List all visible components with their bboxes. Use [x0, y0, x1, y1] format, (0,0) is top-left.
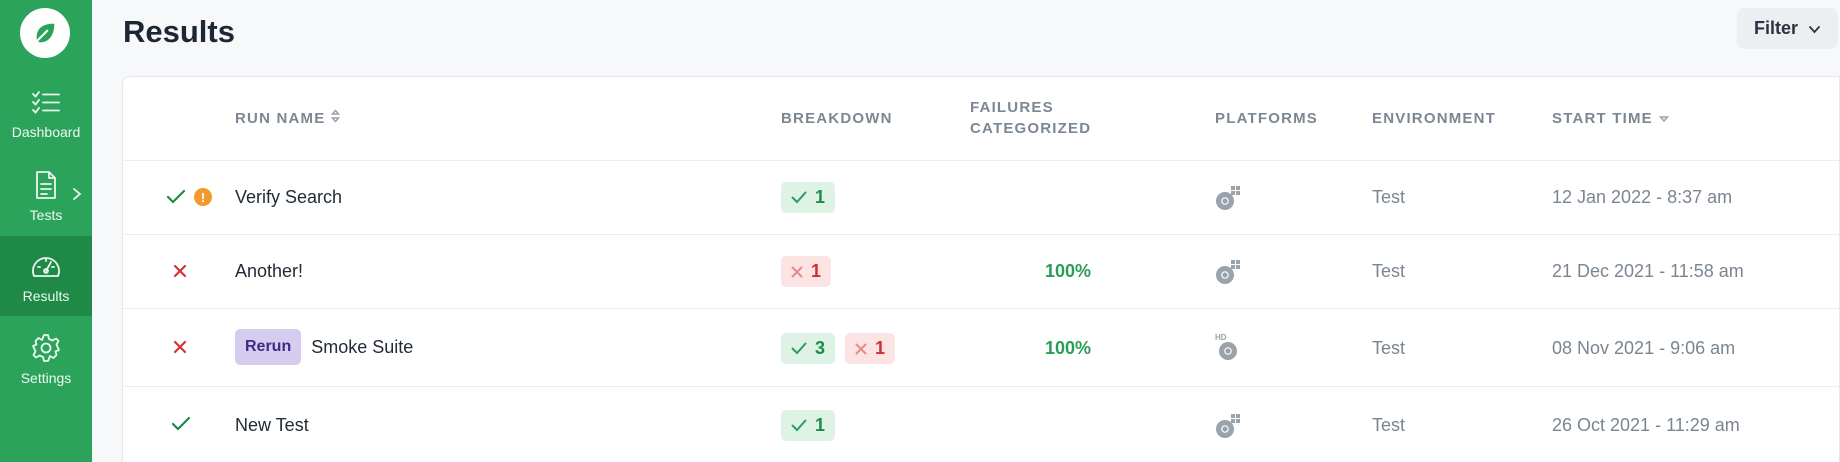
column-header-label: FAILURES — [970, 99, 1054, 116]
breakdown: 1 — [781, 256, 841, 287]
start-time: 12 Jan 2022 - 8:37 am — [1552, 187, 1733, 207]
run-name[interactable]: New Test — [235, 415, 309, 436]
document-icon — [30, 169, 62, 201]
platform-chrome-windows — [1215, 413, 1243, 441]
sidebar-item-dashboard[interactable]: Dashboard — [0, 72, 92, 152]
leaf-icon — [35, 23, 55, 43]
chrome-windows-icon — [1216, 186, 1240, 210]
breakdown: 1 — [781, 182, 845, 213]
column-header-platforms: PLATFORMS — [1215, 110, 1319, 127]
pass-count: 1 — [815, 415, 826, 435]
fail-chip: 1 — [845, 333, 896, 364]
column-header-failures-categorized: FAILURES CATEGORIZED — [970, 97, 1091, 139]
results-table: RUN NAME BREAKDOWN FAILURES CATEGORIZED … — [122, 76, 1840, 462]
check-icon — [166, 189, 186, 204]
fail-count: 1 — [875, 338, 886, 358]
pass-count: 1 — [815, 187, 826, 207]
column-header-environment: ENVIRONMENT — [1372, 110, 1497, 127]
sidebar-item-label: Settings — [20, 370, 72, 386]
column-header-breakdown: BREAKDOWN — [781, 110, 893, 127]
fail-chip: 1 — [781, 256, 832, 287]
pass-count: 3 — [815, 338, 826, 358]
pass-chip: 3 — [781, 333, 836, 364]
table-row[interactable]: New Test 1 Test 26 Oct 2021 - 11:29 am — [123, 387, 1839, 462]
sort-icon[interactable] — [331, 108, 341, 129]
environment: Test — [1372, 415, 1406, 435]
failures-categorized: 100% — [1045, 338, 1092, 358]
platform-chrome-windows — [1215, 259, 1243, 287]
checklist-icon — [30, 86, 62, 118]
filter-button[interactable]: Filter — [1737, 8, 1838, 49]
sidebar-item-label: Results — [22, 288, 70, 304]
rerun-badge[interactable]: Rerun — [235, 329, 302, 365]
status-failed — [173, 340, 187, 354]
table-header: RUN NAME BREAKDOWN FAILURES CATEGORIZED … — [123, 77, 1839, 161]
app-window: Dashboard Tests Results Settings Results… — [0, 0, 1840, 462]
run-name[interactable]: Smoke Suite — [311, 337, 413, 358]
table-row[interactable]: ! Verify Search 1 Test 12 Jan 2022 - 8:3… — [123, 161, 1839, 235]
x-icon — [173, 264, 187, 278]
column-header-start-time[interactable]: START TIME — [1552, 108, 1669, 129]
platform-badge-text: HD — [1215, 333, 1227, 342]
breakdown: 1 — [781, 410, 845, 441]
pass-chip: 1 — [781, 182, 836, 213]
environment: Test — [1372, 187, 1406, 207]
page-title: Results — [123, 14, 235, 49]
filter-label: Filter — [1753, 18, 1798, 38]
check-icon — [791, 191, 807, 204]
platform-chrome-hd: HD — [1215, 332, 1243, 362]
sidebar: Dashboard Tests Results Settings — [0, 0, 92, 462]
fail-count: 1 — [811, 261, 822, 281]
sidebar-item-label: Tests — [29, 207, 63, 223]
sidebar-item-label: Dashboard — [11, 124, 81, 140]
table-row[interactable]: Another! 1 100% Test 21 Dec 2021 - 11:58… — [123, 235, 1839, 309]
sidebar-item-results[interactable]: Results — [0, 236, 92, 316]
column-header-run-name[interactable]: RUN NAME — [235, 108, 341, 129]
start-time: 26 Oct 2021 - 11:29 am — [1552, 415, 1740, 435]
sort-desc-icon[interactable] — [1658, 108, 1669, 129]
status-passed — [171, 416, 191, 432]
warning-icon: ! — [194, 188, 212, 206]
environment: Test — [1372, 261, 1406, 281]
chrome-windows-icon — [1216, 414, 1240, 438]
sidebar-item-tests[interactable]: Tests — [0, 155, 92, 235]
check-icon — [171, 416, 191, 431]
platform-chrome-windows — [1215, 185, 1243, 213]
start-time: 21 Dec 2021 - 11:58 am — [1552, 261, 1744, 281]
table-row[interactable]: Rerun Smoke Suite 3 1 100% HD Test 08 No… — [123, 309, 1839, 387]
environment: Test — [1372, 338, 1406, 358]
chrome-windows-icon — [1216, 260, 1240, 284]
gauge-icon — [30, 250, 62, 282]
check-icon — [791, 419, 807, 432]
chevron-right-icon[interactable] — [72, 187, 82, 206]
column-header-label: CATEGORIZED — [970, 120, 1092, 137]
status-failed — [173, 264, 187, 278]
gear-icon — [30, 332, 62, 364]
breakdown: 3 1 — [781, 333, 905, 364]
check-icon — [791, 342, 807, 355]
start-time: 08 Nov 2021 - 9:06 am — [1552, 338, 1736, 358]
status-passed-warning: ! — [166, 188, 212, 206]
pass-chip: 1 — [781, 410, 836, 441]
column-header-label: START TIME — [1552, 110, 1653, 127]
sidebar-item-settings[interactable]: Settings — [0, 318, 92, 398]
chevron-down-icon — [1808, 18, 1821, 39]
failures-categorized: 100% — [1045, 261, 1092, 281]
x-icon — [791, 266, 803, 277]
chrome-hd-icon: HD — [1215, 333, 1237, 360]
run-name[interactable]: Another! — [235, 261, 303, 282]
column-header-label: RUN NAME — [235, 110, 326, 127]
run-name[interactable]: Verify Search — [235, 187, 342, 208]
x-icon — [855, 343, 867, 354]
x-icon — [173, 340, 187, 354]
run-name-cell: Rerun Smoke Suite — [235, 329, 413, 365]
app-logo[interactable] — [20, 8, 70, 58]
